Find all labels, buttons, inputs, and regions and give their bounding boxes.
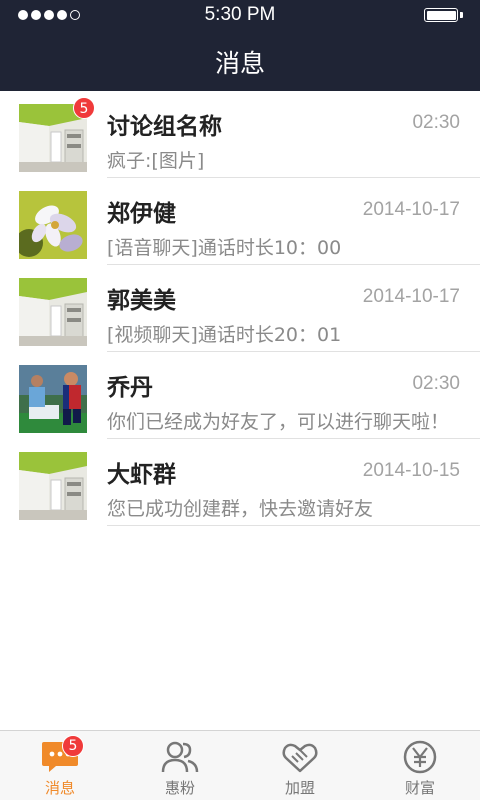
tab-label: 惠粉 [164,779,195,797]
page-title: 消息 [214,49,265,78]
conversation-name: 郭美美 [107,288,176,314]
conversation-preview: 您已成功创建群，快去邀请好友 [107,498,374,520]
conversation-preview: 你们已经成为好友了，可以进行聊天啦！ [107,411,450,433]
flower-photo-icon [19,191,87,259]
tab-label: 消息 [44,779,75,797]
battery-tip [460,12,463,18]
contact-avatar [19,278,87,346]
tab-wealth[interactable]: 财富 [360,731,480,800]
conversation-time: 2014-10-17 [362,286,460,307]
contact-avatar [19,191,87,259]
unread-badge: 5 [73,97,95,119]
status-bar: 5:30 PM [0,0,480,30]
conversation-name: 大虾群 [107,462,176,488]
divider [107,525,480,526]
conversation-item[interactable]: 郭美美 2014-10-17 [视频聊天]通话时长20：01 [0,265,480,352]
conversation-time: 02:30 [412,373,460,394]
conversation-time: 02:30 [412,112,460,133]
conversation-name: 郑伊健 [107,201,176,227]
battery-icon [424,8,458,22]
contact-avatar [19,365,87,433]
conversation-preview: 疯子:[图片] [107,150,205,172]
conversation-preview: [视频聊天]通话时长20：01 [107,324,342,346]
tab-messages[interactable]: 5 消息 [0,731,120,800]
conversation-name: 乔丹 [107,375,153,401]
conversation-item[interactable]: 大虾群 2014-10-15 您已成功创建群，快去邀请好友 [0,439,480,526]
room-photo-icon [19,452,87,520]
tab-join[interactable]: 加盟 [240,731,360,800]
conversation-list: 5 讨论组名称 02:30 疯子:[图片] 郑伊健 2014-10-17 [语音… [0,91,480,526]
soccer-photo-icon [19,365,87,433]
conversation-item[interactable]: 郑伊健 2014-10-17 [语音聊天]通话时长10：00 [0,178,480,265]
status-time: 5:30 PM [204,4,276,25]
people-icon [161,741,199,773]
conversation-time: 2014-10-17 [362,199,460,220]
handshake-icon [282,743,318,773]
nav-bar: 消息 [0,30,480,91]
tab-label: 财富 [404,779,435,797]
conversation-preview: [语音聊天]通话时长10：00 [107,237,342,259]
tab-unread-badge: 5 [62,735,84,757]
group-avatar [19,452,87,520]
tab-label: 加盟 [284,779,315,797]
conversation-item[interactable]: 乔丹 02:30 你们已经成为好友了，可以进行聊天啦！ [0,352,480,439]
yen-coin-icon [403,740,437,774]
conversation-time: 2014-10-15 [362,460,460,481]
conversation-item[interactable]: 5 讨论组名称 02:30 疯子:[图片] [0,91,480,178]
room-photo-icon [19,278,87,346]
tab-fans[interactable]: 惠粉 [120,731,240,800]
conversation-name: 讨论组名称 [107,114,222,140]
tab-bar: 5 消息 惠粉 加盟 财富 [0,730,480,800]
